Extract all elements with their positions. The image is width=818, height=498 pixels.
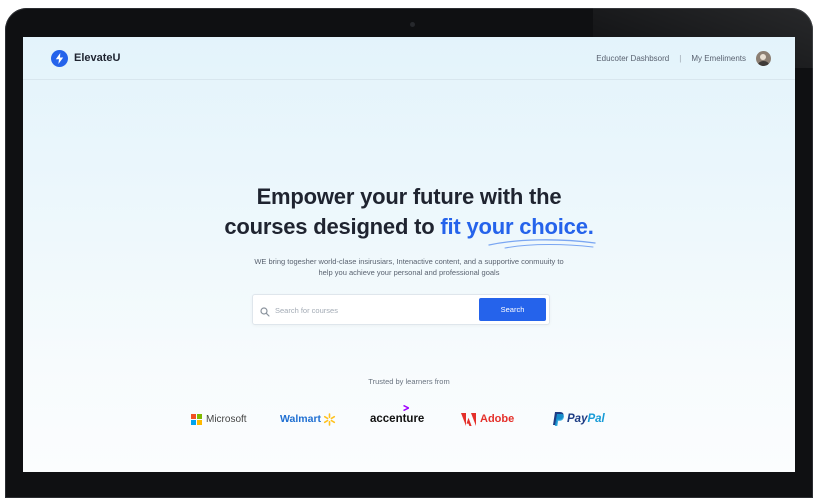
search-input[interactable] — [273, 302, 477, 318]
top-navbar: ElevateU Educoter Dashbsord | My Emelime… — [23, 37, 795, 80]
search-icon — [260, 304, 270, 322]
hero-headline: Empower your future with the courses des… — [23, 182, 795, 242]
subtext-line-1: WE bring togesher world-clase insirusiar… — [254, 257, 564, 266]
microsoft-logo-icon — [191, 413, 202, 425]
paypal-wordmark-pay: Pay — [567, 413, 588, 425]
walmart-logo: Walmart — [280, 409, 336, 429]
adobe-logo-icon — [461, 412, 476, 426]
adobe-wordmark: Adobe — [480, 413, 515, 425]
subtext-line-2: help you achieve your personal and profe… — [318, 268, 500, 277]
brand-logo-link[interactable]: ElevateU — [51, 49, 120, 67]
avatar[interactable] — [756, 50, 771, 66]
partner-logos: Microsoft Walmart accenture Adobe PayPal — [191, 405, 631, 429]
headline-line-2-prefix: courses designed to — [224, 214, 441, 239]
nav-links: Educoter Dashbsord | My Emeliments — [596, 49, 771, 67]
microsoft-logo: Microsoft — [191, 409, 247, 429]
accenture-logo: accenture — [370, 405, 425, 429]
brand-name: ElevateU — [74, 52, 121, 64]
bolt-icon — [51, 49, 68, 67]
paypal-logo: PayPal — [553, 409, 605, 429]
webcam — [410, 22, 415, 27]
nav-my-enrollments[interactable]: My Emeliments — [691, 54, 746, 63]
search-button[interactable]: Search — [479, 298, 546, 321]
microsoft-wordmark: Microsoft — [206, 413, 247, 425]
trusted-by-label: Trusted by learners from — [368, 377, 450, 386]
accent-underline-decoration — [488, 239, 596, 249]
paypal-wordmark-pal: Pal — [587, 413, 605, 425]
walmart-wordmark: Walmart — [280, 413, 322, 425]
nav-separator: | — [679, 53, 682, 63]
headline-line-2: courses designed to fit your choice. — [23, 212, 795, 242]
browser-viewport: ElevateU Educoter Dashbsord | My Emelime… — [23, 37, 795, 472]
hero-subtext: WE bring togesher world-clase insirusiar… — [219, 256, 599, 278]
adobe-logo: Adobe — [461, 409, 514, 429]
accenture-mark-icon — [403, 405, 409, 411]
headline-accent: fit your choice. — [440, 214, 594, 239]
accenture-wordmark: accenture — [370, 413, 425, 425]
course-search-bar: Search — [252, 294, 550, 325]
paypal-p-icon — [553, 412, 564, 426]
paypal-wordmark: PayPal — [567, 413, 605, 425]
walmart-spark-icon — [323, 412, 336, 426]
nav-educator-dashboard[interactable]: Educoter Dashbsord — [596, 54, 669, 63]
headline-line-1: Empower your future with the — [256, 184, 562, 209]
